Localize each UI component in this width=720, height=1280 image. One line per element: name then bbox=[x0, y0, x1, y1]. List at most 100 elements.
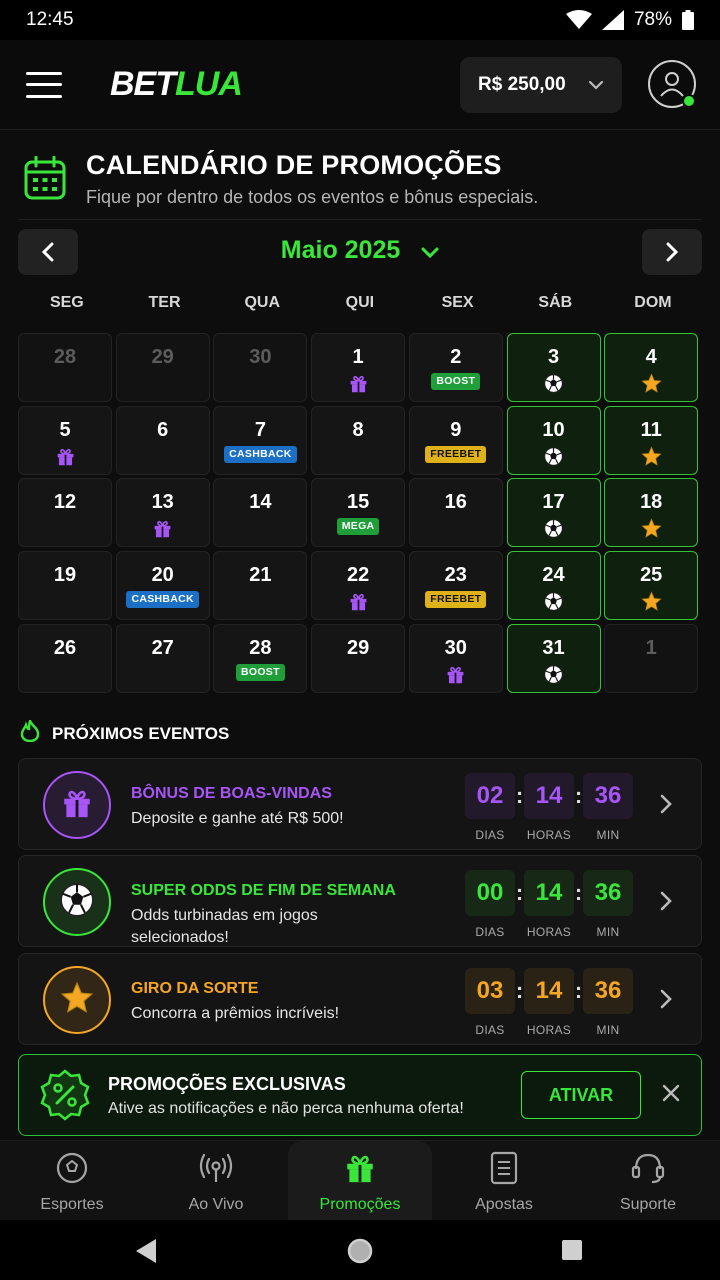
countdown-hours-label: HORAS bbox=[526, 1023, 572, 1037]
event-countdown: 03 DIAS : 14 HORAS : 36 MIN bbox=[465, 968, 633, 1037]
nav-item-live[interactable]: Ao Vivo bbox=[144, 1141, 288, 1221]
countdown-min: 36 MIN bbox=[583, 968, 633, 1037]
month-selector[interactable]: Maio 2025 bbox=[0, 236, 720, 266]
nav-item-soccer[interactable]: Esportes bbox=[0, 1141, 144, 1221]
home-icon[interactable] bbox=[346, 1237, 374, 1270]
day-number: 7 bbox=[254, 418, 266, 441]
calendar-day[interactable]: 12 bbox=[18, 478, 112, 548]
calendar-day[interactable]: 2 BOOST bbox=[408, 333, 503, 402]
balance-value: R$ 250,00 bbox=[478, 74, 566, 95]
gift-icon bbox=[60, 786, 94, 825]
day-number: 9 bbox=[450, 418, 462, 441]
calendar-day[interactable]: 16 bbox=[408, 478, 503, 548]
calendar-day[interactable]: 19 bbox=[18, 551, 112, 621]
recents-icon[interactable] bbox=[561, 1239, 583, 1266]
star-icon bbox=[641, 446, 662, 472]
calendar-day[interactable]: 21 bbox=[213, 551, 308, 621]
day-number: 6 bbox=[157, 418, 169, 441]
user-avatar[interactable] bbox=[648, 60, 696, 108]
system-navigation-bar bbox=[0, 1220, 720, 1280]
nav-item-headset[interactable]: Suporte bbox=[576, 1141, 720, 1221]
countdown-days-value: 02 bbox=[465, 773, 515, 819]
calendar-day[interactable]: 24 bbox=[506, 551, 601, 621]
calendar-day[interactable]: 13 bbox=[115, 478, 210, 548]
calendar-day: 30 bbox=[213, 333, 308, 402]
calendar-day[interactable]: 20 CASHBACK bbox=[115, 551, 210, 621]
chevron-right-icon[interactable] bbox=[659, 890, 673, 917]
live-icon bbox=[197, 1151, 235, 1190]
balance-dropdown[interactable]: R$ 250,00 bbox=[460, 57, 622, 113]
day-number: 29 bbox=[346, 636, 370, 659]
calendar-day[interactable]: 10 bbox=[506, 405, 601, 475]
menu-icon[interactable] bbox=[26, 71, 62, 98]
nav-item-gift[interactable]: Promoções bbox=[288, 1141, 432, 1221]
status-bar: 12:45 78% bbox=[0, 0, 720, 40]
countdown-days-value: 00 bbox=[465, 870, 515, 916]
calendar-day[interactable]: 15 MEGA bbox=[311, 478, 406, 548]
headset-icon bbox=[630, 1151, 666, 1190]
calendar-day[interactable]: 26 bbox=[18, 623, 112, 693]
chevron-right-icon[interactable] bbox=[659, 793, 673, 820]
event-countdown: 02 DIAS : 14 HORAS : 36 MIN bbox=[465, 773, 633, 842]
calendar-day[interactable]: 27 bbox=[115, 623, 210, 693]
calendar-day[interactable]: 14 bbox=[213, 478, 308, 548]
calendar-day[interactable]: 11 bbox=[604, 405, 699, 475]
soccer-icon bbox=[55, 1151, 89, 1190]
chevron-down-icon bbox=[588, 74, 604, 96]
weekday-label: TER bbox=[148, 294, 181, 311]
calendar-day[interactable]: 9 FREEBET bbox=[408, 405, 503, 475]
day-number: 26 bbox=[53, 636, 77, 659]
calendar-day[interactable]: 28 BOOST bbox=[213, 623, 308, 693]
calendar-day[interactable]: 1 bbox=[311, 333, 406, 402]
promo-badge-boost: BOOST bbox=[431, 373, 481, 390]
day-number: 30 bbox=[249, 346, 272, 368]
calendar-day[interactable]: 17 bbox=[506, 478, 601, 548]
countdown-hours-label: HORAS bbox=[526, 925, 572, 939]
calendar-day[interactable]: 25 bbox=[604, 551, 699, 621]
countdown-hours-value: 14 bbox=[524, 870, 574, 916]
calendar-day[interactable]: 4 bbox=[604, 333, 699, 402]
event-card[interactable]: SUPER ODDS DE FIM DE SEMANA Odds turbina… bbox=[18, 855, 702, 947]
app-header: BETLUA R$ 250,00 bbox=[0, 40, 720, 130]
calendar-day[interactable]: 31 bbox=[506, 623, 601, 693]
exclusive-description: Ative as notificações e não perca nenhum… bbox=[108, 1100, 464, 1117]
fire-icon bbox=[20, 717, 40, 747]
calendar-day[interactable]: 6 bbox=[115, 405, 210, 475]
event-card[interactable]: BÔNUS DE BOAS-VINDAS Deposite e ganhe at… bbox=[18, 758, 702, 850]
calendar-day[interactable]: 29 bbox=[311, 623, 406, 693]
betlua-logo[interactable]: BETLUA bbox=[110, 65, 243, 104]
nav-item-ticket[interactable]: Apostas bbox=[432, 1141, 576, 1221]
calendar-day[interactable]: 22 bbox=[311, 551, 406, 621]
soccer-ball-icon bbox=[543, 518, 564, 544]
next-month-button[interactable] bbox=[642, 229, 702, 275]
event-card[interactable]: GIRO DA SORTE Concorra a prêmios incríve… bbox=[18, 953, 702, 1045]
day-number: 1 bbox=[645, 636, 657, 659]
back-icon[interactable] bbox=[134, 1238, 158, 1269]
calendar-day[interactable]: 8 bbox=[311, 405, 406, 475]
chevron-right-icon[interactable] bbox=[659, 988, 673, 1015]
day-number: 27 bbox=[151, 636, 174, 659]
nav-label: Ao Vivo bbox=[188, 1196, 244, 1213]
nav-label: Suporte bbox=[619, 1196, 677, 1213]
day-number: 20 bbox=[151, 564, 174, 587]
countdown-days: 03 DIAS bbox=[465, 968, 515, 1037]
calendar-day[interactable]: 3 bbox=[506, 333, 601, 402]
day-number: 16 bbox=[444, 491, 467, 514]
countdown-min-value: 36 bbox=[583, 773, 633, 819]
online-status-dot bbox=[682, 94, 696, 108]
calendar-day[interactable]: 23 FREEBET bbox=[408, 551, 503, 621]
weekday-label: DOM bbox=[634, 294, 672, 311]
calendar-day[interactable]: 30 bbox=[408, 623, 503, 693]
calendar-day[interactable]: 5 bbox=[18, 405, 112, 475]
event-title: SUPER ODDS DE FIM DE SEMANA bbox=[131, 882, 396, 899]
battery-icon bbox=[682, 10, 694, 30]
calendar-day[interactable]: 18 bbox=[604, 478, 699, 548]
day-number: 29 bbox=[151, 346, 174, 368]
event-countdown: 00 DIAS : 14 HORAS : 36 MIN bbox=[465, 870, 633, 939]
close-icon[interactable] bbox=[661, 1083, 681, 1108]
calendar-day[interactable]: 7 CASHBACK bbox=[213, 405, 308, 475]
battery-percent: 78% bbox=[633, 9, 672, 30]
day-number: 25 bbox=[640, 564, 663, 587]
activate-notifications-button[interactable]: ATIVAR bbox=[521, 1071, 641, 1119]
promo-badge-freebet: FREEBET bbox=[425, 445, 487, 463]
